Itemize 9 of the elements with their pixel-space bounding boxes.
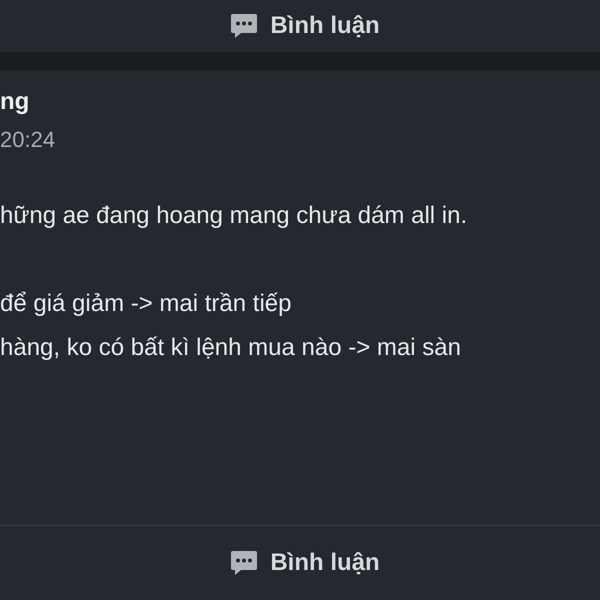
post-text: hàng, ko có bất kì lệnh mua nào -> mai sàn [0, 333, 461, 363]
post-text: hững ae đang hoang mang chưa dám all in. [0, 201, 468, 231]
comment-icon [230, 13, 258, 39]
comment-button[interactable]: Bình luận [218, 541, 392, 585]
post-time[interactable]: 20:24 [0, 124, 56, 156]
post-text: để giá giảm -> mai trần tiếp [0, 289, 292, 319]
comment-icon [230, 550, 258, 576]
author-name[interactable]: ng [0, 84, 30, 120]
comment-button[interactable]: Bình luận [218, 4, 392, 48]
